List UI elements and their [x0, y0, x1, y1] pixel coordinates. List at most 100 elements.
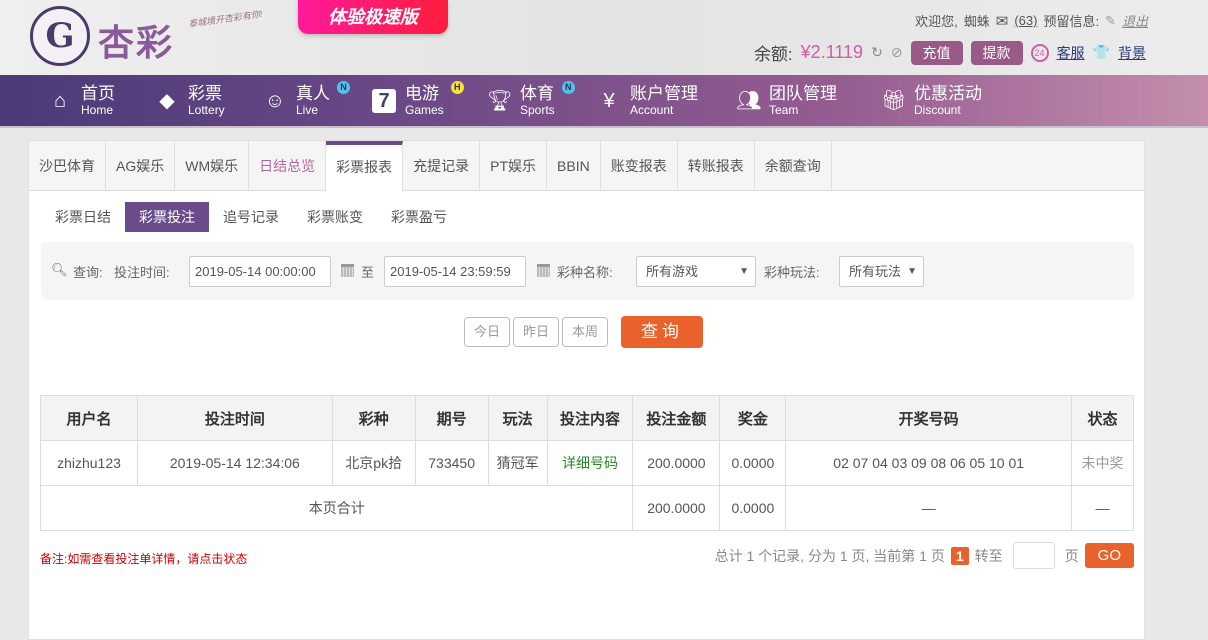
nav-sublabel: Team: [769, 103, 799, 117]
subtab-3[interactable]: 彩票账变: [293, 202, 377, 232]
nav-sublabel: Lottery: [188, 103, 225, 117]
search-button[interactable]: 查询: [621, 316, 703, 348]
subtab-2[interactable]: 追号记录: [209, 202, 293, 232]
nav-label: 账户管理: [630, 84, 698, 103]
play-label: 彩种玩法:: [764, 265, 820, 280]
tab-7[interactable]: BBIN: [547, 141, 601, 191]
nav-label: 电游: [405, 84, 439, 103]
subtab-0[interactable]: 彩票日结: [41, 202, 125, 232]
logo-text: 杏彩: [98, 22, 175, 63]
tab-3[interactable]: 日结总览: [249, 141, 327, 191]
nav-badge: N: [561, 81, 575, 94]
filter-bar: 🔍︎ 查询: 投注时间: 2019-05-14 00:00:00 至 2019-…: [41, 242, 1134, 300]
table-cell[interactable]: 详细号码: [546, 440, 634, 486]
mail-count[interactable]: (63): [1014, 13, 1037, 28]
column-header: 投注内容: [546, 395, 634, 441]
tab-2[interactable]: WM娱乐: [175, 141, 250, 191]
nav-item-lottery[interactable]: ◆ 彩票 Lottery: [155, 84, 225, 118]
trophy-icon: 🏆︎: [487, 90, 513, 112]
withdraw-button[interactable]: 提款: [970, 40, 1023, 65]
nav-badge: N: [337, 81, 350, 94]
tab-5[interactable]: 充提记录: [403, 141, 481, 191]
person-icon: ☺: [264, 90, 286, 112]
nav-item-live[interactable]: ☺ 真人 Live N: [263, 81, 350, 117]
tab-8[interactable]: 账变报表: [601, 141, 678, 191]
table-cell: 0.0000: [719, 440, 787, 486]
chevron-down-icon: ▼: [907, 266, 917, 277]
table-cell[interactable]: 未中奖: [1070, 440, 1135, 486]
background-link[interactable]: 背景: [1118, 43, 1146, 63]
speed-version-button[interactable]: 体验极速版: [298, 0, 448, 34]
content-panel: 沙巴体育 AG娱乐 WM娱乐 日结总览 彩票报表 充提记录 PT娱乐 BBIN 账变报表 转账报表…: [28, 140, 1145, 640]
nav-item-account[interactable]: ¥ 账户管理 Account: [597, 84, 698, 118]
subtab-1[interactable]: 彩票投注: [125, 202, 209, 232]
query-label: 查询:: [73, 265, 103, 280]
nav-item-sports[interactable]: 🏆︎ 体育 Sports N: [487, 81, 575, 117]
end-time-input[interactable]: 2019-05-14 23:59:59: [384, 256, 526, 287]
nav-sublabel: Sports: [520, 103, 555, 117]
page-input[interactable]: [1012, 542, 1055, 569]
report-tabs: 沙巴体育 AG娱乐 WM娱乐 日结总览 彩票报表 充提记录 PT娱乐 BBIN 账变报表 转账报表…: [29, 141, 1144, 192]
nav-label: 真人: [296, 84, 330, 103]
total-amount: 200.0000: [632, 485, 721, 531]
today-button[interactable]: 今日: [464, 317, 510, 347]
tab-9[interactable]: 转账报表: [678, 141, 755, 191]
play-select[interactable]: 所有玩法 ▼: [839, 256, 924, 287]
this-week-button[interactable]: 本周: [562, 317, 608, 347]
column-header: 开奖号码: [785, 395, 1072, 441]
mail-icon[interactable]: ✉: [996, 12, 1009, 30]
hide-eye-icon[interactable]: ⊘: [891, 44, 903, 61]
go-button[interactable]: GO: [1084, 543, 1134, 568]
page-label: 页: [1064, 547, 1079, 564]
subtab-4[interactable]: 彩票盈亏: [377, 202, 461, 232]
total-row: 本页合计 200.0000 0.0000 — —: [39, 485, 1135, 531]
calendar-icon[interactable]: [537, 264, 550, 277]
nav-sublabel: Live: [296, 103, 319, 117]
start-time-input[interactable]: 2019-05-14 00:00:00: [189, 256, 331, 287]
table-header: 用户名 投注时间 彩种 期号 玩法 投注内容 投注金额 奖金 开奖号码 状态: [40, 395, 1135, 441]
nav-sublabel: Account: [630, 103, 674, 117]
support-24-icon: 24: [1030, 43, 1049, 62]
nav-item-discount[interactable]: 🎁︎ 优惠活动 Discount: [881, 84, 982, 118]
goto-label: 转至: [974, 547, 1003, 564]
tab-6[interactable]: PT娱乐: [480, 141, 548, 191]
column-header: 奖金: [719, 395, 787, 441]
slogan: 泰城境开杏彩有你!: [187, 8, 263, 30]
deposit-button[interactable]: 充值: [910, 40, 963, 65]
column-header: 彩种: [331, 395, 416, 441]
pagination: 总计 1 个记录, 分为 1 页, 当前第 1 页 1 转至 页 GO: [715, 542, 1134, 569]
current-page[interactable]: 1: [950, 546, 969, 565]
support-link[interactable]: 客服: [1057, 43, 1085, 63]
total-bonus: 0.0000: [719, 485, 787, 531]
lottery-name-select[interactable]: 所有游戏 ▼: [636, 256, 756, 287]
total-status: —: [1070, 485, 1135, 531]
total-label: 本页合计: [39, 485, 634, 531]
tab-0[interactable]: 沙巴体育: [29, 141, 106, 191]
column-header: 期号: [414, 395, 489, 441]
table-row: zhizhu123 2019-05-14 12:34:06 北京pk拾 733450 猜…: [40, 440, 1135, 486]
table-cell: 2019-05-14 12:34:06: [136, 440, 333, 486]
play-value: 所有玩法: [849, 264, 902, 279]
nav-item-home[interactable]: ⌂ 首页 Home: [48, 85, 115, 118]
logo-icon[interactable]: G: [30, 6, 90, 66]
reserved-info: 预留信息:: [1043, 14, 1100, 29]
nav-item-team[interactable]: 👥︎ 团队管理 Team: [736, 85, 837, 118]
table-cell: 200.0000: [632, 440, 721, 486]
balance-row: 余额: ¥2.1119 ↻ ⊘ 充值 提款 24 客服 👕 背景: [754, 40, 1146, 65]
tab-10[interactable]: 余额查询: [755, 141, 832, 191]
calendar-icon[interactable]: [341, 264, 354, 277]
team-icon: 👥︎: [736, 90, 762, 112]
nav-item-games[interactable]: 7 电游 Games H: [372, 81, 464, 117]
nav-label: 彩票: [188, 84, 222, 103]
tab-4[interactable]: 彩票报表: [326, 141, 404, 192]
user-info: 欢迎您, 蜘蛛 ✉ (63) 预留信息: ✎ 退出: [915, 11, 1148, 30]
refresh-icon[interactable]: ↻: [871, 44, 883, 61]
logout-link[interactable]: 退出: [1122, 11, 1148, 30]
balance-value: ¥2.1119: [800, 42, 864, 62]
edit-icon[interactable]: ✎: [1105, 13, 1116, 29]
yesterday-button[interactable]: 昨日: [513, 317, 559, 347]
nav-label: 优惠活动: [914, 84, 982, 103]
header: G 杏彩 泰城境开杏彩有你! 体验极速版 欢迎您, 蜘蛛 ✉ (63) 预留信息…: [0, 0, 1208, 75]
total-numbers: —: [785, 485, 1072, 531]
tab-1[interactable]: AG娱乐: [106, 141, 176, 191]
